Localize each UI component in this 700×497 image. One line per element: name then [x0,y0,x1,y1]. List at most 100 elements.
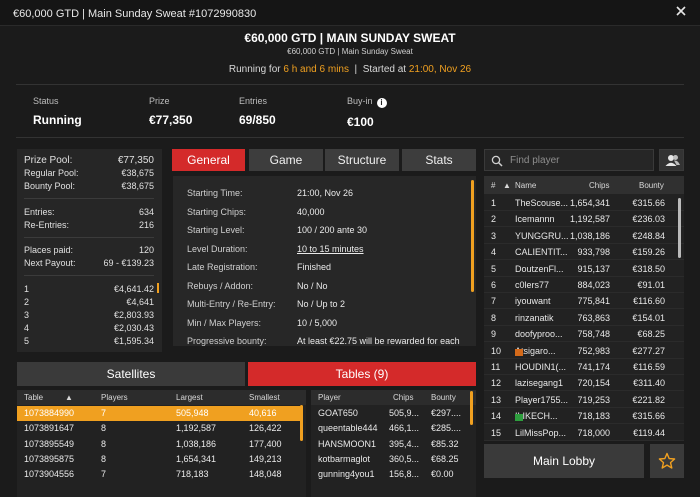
divider [24,237,154,238]
regular-pool-label: Regular Pool: [24,168,79,178]
col-smallest[interactable]: Smallest [249,393,280,402]
player-name: rinzanatik [515,313,573,323]
info-row: Level Duration: 10 to 15 minutes [187,244,364,254]
player-name-text: Icemannn [515,214,555,225]
cell: 1,192,587 [176,423,217,434]
cell: €85.32 [431,438,459,449]
players-icon [665,155,680,166]
seats-scrollbar[interactable] [470,391,473,425]
cell: 8 [101,423,107,434]
favorite-button[interactable] [650,444,684,478]
star-icon [658,452,676,469]
prize-label: Prize [149,96,170,106]
player-row[interactable]: 12 lazisegang1 720,154 €311.40 [484,375,684,392]
reentries-label: Re-Entries: [24,220,70,230]
cell: 148,048 [249,469,282,480]
col-chips[interactable]: Chips [589,181,609,190]
cell: 11 [491,362,501,372]
cell: 466,1... [389,423,420,434]
table-row[interactable]: 1073891647 8 1,192,587 126,422 [17,421,300,436]
main-lobby-button[interactable]: Main Lobby [484,444,644,478]
close-icon[interactable] [674,4,688,18]
cell: 8 [101,453,107,464]
cell: €277.27 [632,345,665,356]
bounty-pool-label: Bounty Pool: [24,181,76,191]
prize-value: €77,350 [149,113,193,127]
search-icon [491,155,503,167]
player-row[interactable]: 2 Icemannn 1,192,587 €236.03 [484,211,684,228]
table-row[interactable]: 1073895875 8 1,654,341 149,213 [17,452,300,467]
cell: €91.01 [637,280,665,290]
tables-list: Table ▲ Players Largest Smallest 1073884… [17,390,306,497]
player-row[interactable]: 7 iyouwant 775,841 €116.60 [484,293,684,310]
player-name-text: HOUDIN1(... [515,362,567,372]
player-row[interactable]: 3 YUNGGRU... 1,038,186 €248.84 [484,228,684,244]
sort-asc-icon: ▲ [503,181,511,190]
col-name[interactable]: Name [515,181,536,190]
cell: 1,654,341 [176,453,217,464]
places-paid-label: Places paid: [24,245,74,255]
player-row[interactable]: 11 HOUDIN1(... 741,174 €116.59 [484,359,684,375]
player-row[interactable]: 6 c0lers77 884,023 €91.01 [484,277,684,293]
col-largest[interactable]: Largest [176,393,203,402]
cell: 741,174 [577,362,610,372]
payout-row: 2 €4,641 [24,297,154,307]
tab-game[interactable]: Game [249,149,323,171]
player-row[interactable]: 15 LilMissPop... 718,000 €119.44 [484,425,684,441]
player-row[interactable]: 5 DoutzenFl... 915,137 €318.50 [484,261,684,277]
col-table[interactable]: Table [24,393,43,402]
info-scrollbar[interactable] [471,180,474,292]
players-filter-button[interactable] [659,149,684,171]
col-players[interactable]: Players [101,393,128,402]
player-row[interactable]: 4 CALIENTIT... 933,798 €159.26 [484,244,684,261]
seat-row[interactable]: queentable444 466,1... €285.... [311,421,471,436]
cell: 8 [491,312,497,323]
player-search[interactable]: Find player [484,149,654,171]
players-scrollbar[interactable] [678,198,681,258]
seat-row[interactable]: kotbarmaglot 360,5... €68.25 [311,452,471,467]
player-row[interactable]: 10 Atsigaro... 752,983 €277.27 [484,343,684,359]
level-duration-link[interactable]: 10 to 15 minutes [297,244,364,254]
col-rank[interactable]: # [491,181,495,190]
satellites-button[interactable]: Satellites [17,362,245,386]
cell: 7 [101,408,107,418]
player-name-text: YUNGGRU... [515,230,569,241]
cell: €68.25 [431,453,459,464]
info-row: Late Registration: Finished [187,262,332,272]
col-seat-bounty[interactable]: Bounty [431,393,456,402]
seat-row[interactable]: GOAT650 505,9... €297.... [311,406,471,421]
player-name: ILIKECH... [515,411,573,422]
cell: €221.82 [632,394,665,405]
col-player[interactable]: Player [318,393,341,402]
info-icon[interactable]: i [376,98,387,108]
cell: 718,000 [577,427,610,438]
tables-button[interactable]: Tables (9) [248,362,476,386]
info-row: Starting Level: 100 / 200 ante 30 [187,225,368,235]
table-row[interactable]: 1073884990 7 505,948 40,616 [17,406,300,421]
col-bounty[interactable]: Bounty [639,181,664,190]
table-row[interactable]: 1073904556 7 718,183 148,048 [17,467,300,482]
search-input[interactable]: Find player [510,155,559,166]
seat-row[interactable]: HANSMOON1 395,4... €85.32 [311,437,471,452]
table-row[interactable]: 1073895549 8 1,038,186 177,400 [17,437,300,452]
payouts-scrollbar[interactable] [157,283,159,293]
col-seat-chips[interactable]: Chips [393,393,413,402]
title-bar: €60,000 GTD | Main Sunday Sweat #1072990… [0,0,700,26]
tab-stats[interactable]: Stats [402,149,476,171]
seat-row[interactable]: gunning4you1 156,8... €0.00 [311,467,471,482]
status-label: Status [33,96,59,106]
tables-scrollbar[interactable] [300,405,303,441]
cell: 15 [491,427,502,438]
player-row[interactable]: 14 ILIKECH... 718,183 €315.66 [484,408,684,425]
player-name: doofyproo... [515,329,573,339]
tab-general[interactable]: General [172,149,245,171]
tab-structure[interactable]: Structure [325,149,399,171]
player-row[interactable]: 8 rinzanatik 763,863 €154.01 [484,310,684,326]
table-seats-list: Player Chips Bounty GOAT650 505,9... €297.… [311,390,476,497]
player-name: Atsigaro... [515,346,573,356]
places-paid-value: 120 [138,245,154,255]
player-row[interactable]: 1 TheScouse... 1,654,341 €315.66 [484,195,684,211]
player-row[interactable]: 13 Player1755... 719,253 €221.82 [484,392,684,408]
player-name-text: DoutzenFl... [515,263,564,274]
player-row[interactable]: 9 doofyproo... 758,748 €68.25 [484,326,684,343]
